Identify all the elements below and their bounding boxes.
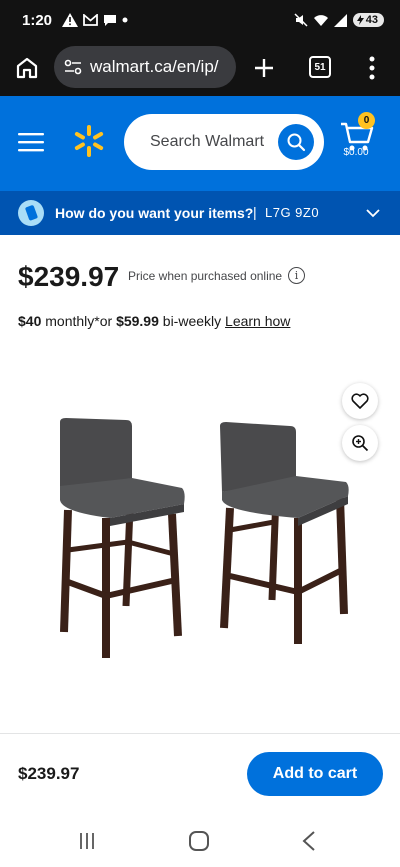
- price-note: Price when purchased online: [128, 269, 283, 283]
- chevron-down-icon[interactable]: [365, 205, 381, 221]
- more-vertical-icon[interactable]: [364, 54, 380, 82]
- phone-icon: [25, 205, 38, 221]
- search-input[interactable]: Search Walmart: [124, 114, 324, 170]
- biweekly-amount: $59.99: [116, 313, 159, 329]
- status-time: 1:20: [22, 11, 53, 29]
- page: 1:20 43 walmart.ca/en/ip/ 51 Search Walm…: [0, 0, 400, 867]
- fulfillment-separator: |: [253, 204, 257, 220]
- status-bar: 1:20 43: [0, 0, 400, 40]
- monthly-label: monthly*or: [41, 313, 117, 329]
- cart-total: $0.00: [343, 147, 369, 158]
- footer-price: $239.97: [18, 764, 80, 783]
- site-settings-icon[interactable]: [64, 59, 82, 75]
- notification-icons: [62, 13, 128, 27]
- delivery-intent-icon: [18, 200, 44, 226]
- add-to-cart-button[interactable]: Add to cart: [247, 752, 383, 796]
- zoom-button[interactable]: [342, 425, 378, 461]
- tab-count: 51: [314, 61, 326, 73]
- chat-icon: [104, 14, 117, 26]
- wifi-icon: [313, 14, 328, 26]
- address-bar[interactable]: walmart.ca/en/ip/: [54, 46, 236, 88]
- url-text: walmart.ca/en/ip/: [90, 57, 219, 76]
- info-icon[interactable]: i: [288, 267, 305, 284]
- signal-icon: [333, 13, 347, 27]
- menu-icon[interactable]: [18, 132, 44, 152]
- site-header: Search Walmart: [0, 96, 400, 191]
- search-button[interactable]: [278, 124, 314, 160]
- fulfillment-selector[interactable]: How do you want your items? | L7G 9Z0: [0, 191, 400, 235]
- postal-code: L7G 9Z0: [265, 205, 320, 220]
- search-placeholder: Search Walmart: [150, 133, 265, 150]
- product-image[interactable]: [40, 400, 360, 670]
- financing-offer: $40 monthly*or $59.99 bi-weekly Learn ho…: [18, 313, 290, 329]
- right-barstool: [220, 422, 349, 644]
- bolt-icon: [356, 15, 364, 25]
- status-right: 43: [294, 13, 384, 27]
- product-price: $239.97: [18, 261, 120, 292]
- battery-indicator: 43: [352, 13, 384, 27]
- heart-icon: [351, 393, 369, 409]
- warning-icon: [62, 13, 79, 27]
- gmail-icon: [83, 14, 98, 26]
- dot-icon: [122, 17, 128, 23]
- battery-level: 43: [365, 14, 378, 26]
- home-icon[interactable]: [14, 55, 40, 81]
- new-tab-icon[interactable]: [251, 55, 277, 81]
- walmart-spark-logo[interactable]: [72, 124, 106, 158]
- browser-toolbar: walmart.ca/en/ip/ 51: [0, 40, 400, 96]
- cart-count-badge: 0: [358, 112, 375, 129]
- home-nav-icon[interactable]: [189, 831, 209, 851]
- zoom-in-icon: [352, 435, 369, 452]
- biweekly-label: bi-weekly: [158, 313, 226, 329]
- back-icon[interactable]: [302, 831, 316, 851]
- tab-switcher-button[interactable]: 51: [309, 56, 331, 78]
- favorite-button[interactable]: [342, 383, 378, 419]
- learn-how-link[interactable]: Learn how: [225, 313, 290, 329]
- system-navigation-bar: [0, 815, 400, 867]
- left-barstool: [60, 418, 185, 658]
- recents-icon[interactable]: [78, 832, 96, 850]
- mute-icon: [294, 13, 308, 27]
- search-icon: [287, 133, 306, 152]
- fulfillment-question: How do you want your items?: [55, 205, 254, 221]
- monthly-amount: $40: [18, 313, 42, 329]
- footer-divider: [0, 733, 400, 734]
